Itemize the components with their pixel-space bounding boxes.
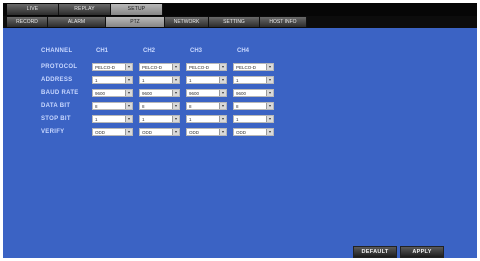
select-value: 1 (142, 78, 145, 83)
chevron-down-icon: ▾ (172, 77, 179, 83)
chevron-down-icon: ▾ (266, 90, 273, 96)
select-value: 8 (189, 104, 192, 109)
select-value: ODD (142, 130, 152, 135)
tab-setup[interactable]: SETUP (111, 4, 163, 15)
select-stop-bit-ch1[interactable]: 1 ▾ (92, 115, 133, 123)
channel-header-ch2: CH2 (143, 48, 156, 54)
chevron-down-icon: ▾ (219, 129, 226, 135)
select-address-ch3[interactable]: 1 ▾ (186, 76, 227, 84)
chevron-down-icon: ▾ (125, 64, 132, 70)
chevron-down-icon: ▾ (172, 90, 179, 96)
select-value: PELCO-D (189, 65, 210, 70)
chevron-down-icon: ▾ (125, 77, 132, 83)
select-data-bit-ch3[interactable]: 8 ▾ (186, 102, 227, 110)
select-protocol-ch3[interactable]: PELCO-D ▾ (186, 63, 227, 71)
select-data-bit-ch4[interactable]: 8 ▾ (233, 102, 274, 110)
select-value: 1 (189, 78, 192, 83)
select-value: PELCO-D (95, 65, 116, 70)
select-value: 1 (189, 117, 192, 122)
select-value: 9600 (95, 91, 106, 96)
chevron-down-icon: ▾ (172, 64, 179, 70)
select-verify-ch3[interactable]: ODD ▾ (186, 128, 227, 136)
default-button[interactable]: DEFAULT (353, 246, 397, 258)
channel-header-ch4: CH4 (237, 48, 250, 54)
chevron-down-icon: ▾ (266, 64, 273, 70)
select-protocol-ch4[interactable]: PELCO-D ▾ (233, 63, 274, 71)
subtab-record[interactable]: RECORD (7, 17, 48, 27)
tab-replay[interactable]: REPLAY (59, 4, 111, 15)
chevron-down-icon: ▾ (219, 64, 226, 70)
row-label: PROTOCOL (41, 64, 78, 70)
chevron-down-icon: ▾ (219, 116, 226, 122)
channel-label: CHANNEL (41, 48, 73, 54)
chevron-down-icon: ▾ (125, 90, 132, 96)
chevron-down-icon: ▾ (125, 129, 132, 135)
chevron-down-icon: ▾ (266, 116, 273, 122)
channel-header-ch1: CH1 (96, 48, 109, 54)
sub-tab-bar: RECORD ALARM PTZ NETWORK SETTING HOST IN… (3, 16, 477, 28)
chevron-down-icon: ▾ (266, 103, 273, 109)
select-value: 1 (95, 117, 98, 122)
subtab-host-info[interactable]: HOST INFO (260, 17, 307, 27)
select-value: 9600 (142, 91, 153, 96)
channel-header-ch3: CH3 (190, 48, 203, 54)
select-baud-rate-ch3[interactable]: 9600 ▾ (186, 89, 227, 97)
select-address-ch1[interactable]: 1 ▾ (92, 76, 133, 84)
chevron-down-icon: ▾ (172, 116, 179, 122)
select-address-ch2[interactable]: 1 ▾ (139, 76, 180, 84)
chevron-down-icon: ▾ (219, 90, 226, 96)
select-value: 1 (95, 78, 98, 83)
chevron-down-icon: ▾ (266, 77, 273, 83)
chevron-down-icon: ▾ (219, 103, 226, 109)
select-baud-rate-ch2[interactable]: 9600 ▾ (139, 89, 180, 97)
select-stop-bit-ch4[interactable]: 1 ▾ (233, 115, 274, 123)
tab-live[interactable]: LIVE (7, 4, 59, 15)
row-label: ADDRESS (41, 77, 73, 83)
subtab-ptz[interactable]: PTZ (106, 17, 165, 27)
subtab-network[interactable]: NETWORK (165, 17, 209, 27)
select-value: 9600 (189, 91, 200, 96)
select-stop-bit-ch3[interactable]: 1 ▾ (186, 115, 227, 123)
select-protocol-ch2[interactable]: PELCO-D ▾ (139, 63, 180, 71)
main-tab-bar: LIVE REPLAY SETUP (3, 3, 477, 16)
select-value: 8 (95, 104, 98, 109)
select-stop-bit-ch2[interactable]: 1 ▾ (139, 115, 180, 123)
select-data-bit-ch1[interactable]: 8 ▾ (92, 102, 133, 110)
select-verify-ch2[interactable]: ODD ▾ (139, 128, 180, 136)
row-label: BAUD RATE (41, 90, 79, 96)
select-protocol-ch1[interactable]: PELCO-D ▾ (92, 63, 133, 71)
select-value: 8 (142, 104, 145, 109)
select-address-ch4[interactable]: 1 ▾ (233, 76, 274, 84)
select-baud-rate-ch4[interactable]: 9600 ▾ (233, 89, 274, 97)
select-baud-rate-ch1[interactable]: 9600 ▾ (92, 89, 133, 97)
select-value: ODD (236, 130, 246, 135)
chevron-down-icon: ▾ (172, 129, 179, 135)
select-value: 1 (236, 117, 239, 122)
subtab-alarm[interactable]: ALARM (48, 17, 106, 27)
select-value: 9600 (236, 91, 247, 96)
chevron-down-icon: ▾ (125, 116, 132, 122)
select-value: PELCO-D (142, 65, 163, 70)
subtab-setting[interactable]: SETTING (209, 17, 260, 27)
chevron-down-icon: ▾ (172, 103, 179, 109)
chevron-down-icon: ▾ (125, 103, 132, 109)
select-data-bit-ch2[interactable]: 8 ▾ (139, 102, 180, 110)
row-label: VERIFY (41, 129, 65, 135)
ptz-setup-window: LIVE REPLAY SETUP RECORD ALARM PTZ NETWO… (3, 3, 477, 258)
select-verify-ch1[interactable]: ODD ▾ (92, 128, 133, 136)
chevron-down-icon: ▾ (266, 129, 273, 135)
select-value: ODD (189, 130, 199, 135)
select-value: 1 (236, 78, 239, 83)
select-value: 8 (236, 104, 239, 109)
select-value: 1 (142, 117, 145, 122)
row-label: DATA BIT (41, 103, 71, 109)
select-value: PELCO-D (236, 65, 257, 70)
row-label: STOP BIT (41, 116, 71, 122)
select-value: ODD (95, 130, 105, 135)
select-verify-ch4[interactable]: ODD ▾ (233, 128, 274, 136)
chevron-down-icon: ▾ (219, 77, 226, 83)
apply-button[interactable]: APPLY (400, 246, 444, 258)
